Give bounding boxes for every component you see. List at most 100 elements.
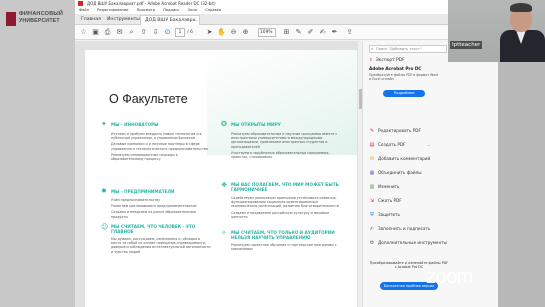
tool-edit-pdf[interactable]: ✎ Редактировать PDF: [369, 127, 421, 135]
learn-more-button[interactable]: Подробнее: [383, 90, 425, 97]
highlight-icon[interactable]: ✐: [306, 28, 315, 37]
page-total: / 6: [187, 30, 193, 35]
organize-icon: ▥: [369, 184, 375, 190]
create-pdf-icon: ▤: [369, 142, 375, 148]
edit-pdf-icon: ✎: [369, 128, 375, 134]
menu-help[interactable]: Справка: [205, 8, 221, 12]
page-down-icon[interactable]: ⇩: [151, 28, 160, 37]
page-up-icon[interactable]: ⇧: [139, 28, 148, 37]
draw-icon[interactable]: ✍: [318, 28, 327, 37]
section-title: МЫ СЧИТАЕМ, ЧТО ЧЕЛОВЕК - ЭТО ГЛАВНОЕ: [111, 224, 196, 234]
section-title: МЫ ВАС ПОЛАГАЕМ, ЧТО МИР МОЖЕТ БЫТЬ ГАРМ…: [231, 182, 339, 192]
tools-search-input[interactable]: ⌕ Поиск "Добавить текст": [369, 45, 447, 53]
speaker-hair: [510, 3, 532, 12]
tool-fill-sign[interactable]: ✍ Заполнить и подписать: [369, 225, 431, 233]
section-text: Мы думаем, рассуждаем, изменяемся и, обл…: [111, 237, 211, 256]
tool-label: Защитить: [378, 212, 400, 217]
menu-edit[interactable]: Редактирование: [97, 8, 128, 12]
comment-tool-icon[interactable]: ✎: [294, 28, 303, 37]
menu-view[interactable]: Просмотр: [137, 8, 155, 12]
tool-more-tools[interactable]: ⚙ Дополнительные инструменты: [369, 239, 447, 247]
tool-label: Заполнить и подписать: [378, 226, 431, 231]
tab-document[interactable]: ДОД ВШУ Бакалавр... ×: [140, 15, 200, 25]
search-placeholder: Поиск "Добавить текст": [376, 47, 422, 51]
tool-label: Объединить файлы: [378, 170, 422, 175]
menu-sign[interactable]: Подпись: [163, 8, 179, 12]
zoom-out-icon[interactable]: ⊖: [229, 28, 238, 37]
innovation-icon: ✦: [101, 120, 107, 128]
presentation-background: [0, 0, 75, 307]
page-heading: О Факультете: [109, 92, 188, 106]
logo-mark: [6, 12, 16, 26]
help-icon[interactable]: ⊙: [163, 28, 172, 37]
entrepreneur-icon: ✸: [101, 187, 107, 195]
more-tools-icon: ⚙: [369, 240, 375, 246]
chevron-down-icon[interactable]: ⌄: [427, 141, 430, 149]
tab-tools[interactable]: Инструменты: [103, 15, 144, 25]
menu-window[interactable]: Окно: [188, 8, 198, 12]
combine-files-icon: ▦: [369, 170, 375, 176]
section-item: Помогаем реализовывать предпринимательск…: [111, 204, 197, 209]
tool-compress[interactable]: ⇲ Сжать PDF: [369, 197, 402, 205]
share-icon[interactable]: ⇪: [345, 28, 354, 37]
section-text: Изучаем и пробуем внедрить новые техноло…: [111, 132, 211, 163]
title-bar: ДОД ВШУ Бакалавриат.pdf - Adobe Acrobat …: [75, 0, 498, 7]
zoom-level[interactable]: 109%: [258, 28, 276, 37]
section-item: Учим предпринимательству: [111, 198, 161, 202]
tool-comment[interactable]: ✉ Добавить комментарий: [369, 155, 430, 163]
section-item: Создаем и внедряем на рынке образователь…: [111, 210, 196, 219]
zoom-search-icon[interactable]: ⌕: [127, 28, 136, 37]
tool-label: Редактировать PDF: [378, 128, 421, 133]
section-text: Реализуем образовательные и научные прог…: [231, 132, 343, 161]
section-item: Мы думаем, рассуждаем, изменяемся и, обл…: [111, 237, 211, 254]
tool-label: Изменить: [378, 184, 400, 189]
tool-label: Дополнительные инструменты: [378, 240, 447, 245]
harmony-icon: ❖: [221, 181, 228, 189]
section-item: Создаем и продвигаем российскую культуру…: [231, 210, 330, 219]
tool-organize[interactable]: ▥ Изменить: [369, 183, 400, 191]
print-icon[interactable]: ⎙: [103, 28, 112, 37]
section-item: Реализуем образовательные и научные прог…: [231, 132, 338, 149]
mail-icon[interactable]: ✉: [115, 28, 124, 37]
tab-home[interactable]: Главная: [77, 15, 105, 25]
university-logo: ФИНАНСОВЫЙ УНИВЕРСИТЕТ: [6, 10, 72, 28]
save-icon[interactable]: ▣: [91, 28, 100, 37]
tool-label: Сжать PDF: [378, 198, 402, 203]
logo-line2: УНИВЕРСИТЕТ: [19, 18, 60, 24]
fill-sign-icon: ✍: [369, 226, 375, 232]
product-name: Adobe Acrobat Pro DC: [369, 66, 422, 71]
export-pdf-header[interactable]: ⇪ Экспорт PDF: [369, 58, 405, 63]
hand-tool-icon[interactable]: ✋: [217, 28, 226, 37]
section-item: Содействуем реализации принципов устойчи…: [231, 196, 340, 209]
menu-file[interactable]: Файл: [79, 8, 89, 12]
compress-icon: ⇲: [369, 198, 375, 204]
section-item: Изучаем и пробуем внедрить новые техноло…: [111, 132, 202, 141]
export-pdf-icon: ⇪: [369, 58, 373, 63]
promo-text: Преобразуйте файлы PDF в формат Word и E…: [369, 73, 439, 81]
acrobat-app-icon: [78, 1, 83, 6]
fit-page-icon[interactable]: ⊞: [282, 28, 291, 37]
section-title: МЫ СЧИТАЕМ, ЧТО ТОЛЬКО В АУДИТОРИИ НЕЛЬЗ…: [231, 230, 335, 240]
section-text: Содействуем реализации принципов устойчи…: [231, 196, 343, 221]
classroom-icon: ✧: [221, 229, 227, 237]
webcam-video: Iptteacher: [448, 0, 545, 62]
window-title: ДОД ВШУ Бакалавриат.pdf - Adobe Acrobat …: [87, 1, 216, 6]
section-title: МЫ - ИННОВАТОРЫ: [111, 122, 159, 127]
section-text: Учим предпринимательству Помогаем реализ…: [111, 198, 211, 221]
select-cursor-icon[interactable]: ➤: [205, 28, 214, 37]
section-item: Деловые компании и и научные партнеры в …: [111, 142, 208, 151]
page-number-input[interactable]: 1: [175, 28, 185, 37]
export-promo-card: Adobe Acrobat Pro DC Преобразуйте файлы …: [369, 66, 447, 97]
logo-line1: ФИНАНСОВЫЙ: [19, 11, 63, 17]
tool-protect[interactable]: ⛨ Защитить: [369, 211, 400, 219]
tab-bar: Главная Инструменты ДОД ВШУ Бакалавр... …: [75, 14, 498, 25]
section-item: Участвуем в зарубежных образовательных п…: [231, 150, 330, 160]
star-icon[interactable]: ☆: [79, 28, 88, 37]
sign-icon[interactable]: ✒: [330, 28, 339, 37]
section-title: МЫ - ПРЕДПРИНИМАТЕЛИ: [111, 189, 175, 194]
zoom-in-icon[interactable]: ⊕: [241, 28, 250, 37]
comment-icon: ✉: [369, 156, 375, 162]
export-pdf-label: Экспорт PDF: [375, 58, 405, 63]
tool-combine-files[interactable]: ▦ Объединить файлы: [369, 169, 422, 177]
tool-create-pdf[interactable]: ▤ Создать PDF ⌄: [369, 141, 431, 149]
